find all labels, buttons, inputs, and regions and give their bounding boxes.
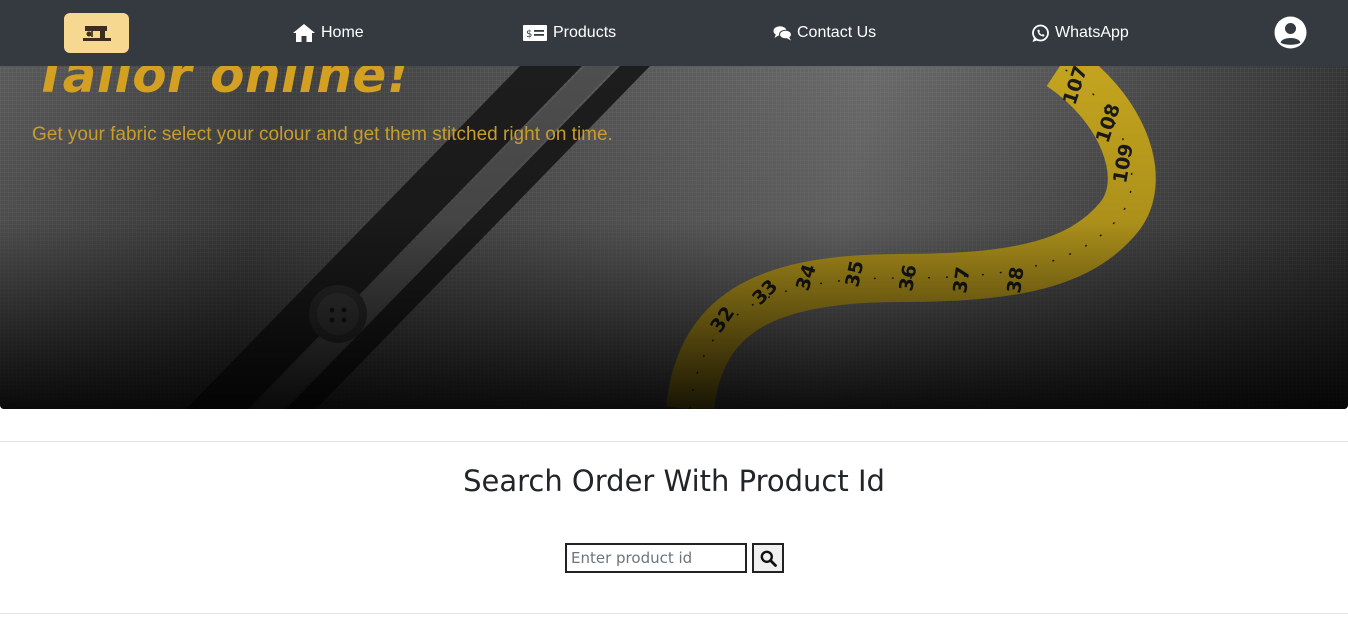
nav-products-label: Products (553, 24, 617, 41)
navbar: Home $ Products Contact Us WhatsApp (0, 0, 1348, 66)
svg-text:$: $ (526, 29, 532, 40)
nav-products[interactable]: $ Products (522, 0, 616, 66)
user-account-button[interactable] (1274, 16, 1307, 49)
hero-title: Tailor online! (34, 66, 411, 104)
nav-home-label: Home (321, 24, 364, 41)
nav-whatsapp[interactable]: WhatsApp (1031, 0, 1129, 66)
home-icon (292, 23, 316, 43)
hero-banner: 32 33 34 35 36 37 38 107 108 109 Tailor … (0, 66, 1348, 409)
nav-contact-label: Contact Us (797, 24, 877, 41)
logo[interactable] (64, 13, 129, 53)
section-divider (0, 441, 1348, 442)
nav-whatsapp-label: WhatsApp (1055, 24, 1129, 41)
whatsapp-icon (1031, 24, 1050, 43)
search-icon (760, 550, 777, 567)
sewing-machine-icon (82, 26, 111, 41)
hero-shade (0, 66, 1348, 409)
price-tag-icon: $ (522, 24, 548, 42)
product-id-input[interactable] (565, 543, 747, 573)
search-heading: Search Order With Product Id (463, 464, 885, 498)
chat-bubbles-icon (773, 25, 792, 41)
section-divider (0, 613, 1348, 614)
nav-home[interactable]: Home (292, 0, 364, 66)
hero-subtitle: Get your fabric select your colour and g… (32, 124, 613, 145)
user-circle-icon (1274, 16, 1307, 49)
nav-contact[interactable]: Contact Us (773, 0, 876, 66)
search-button[interactable] (752, 543, 784, 573)
